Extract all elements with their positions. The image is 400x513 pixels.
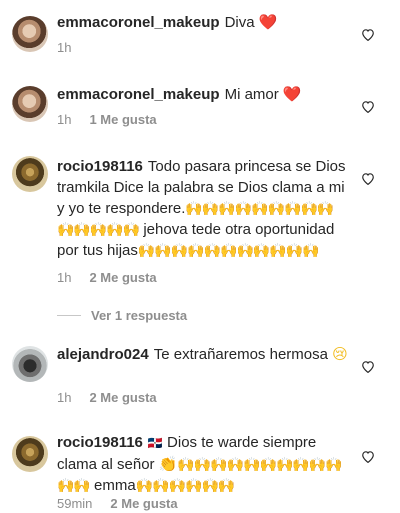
dominican-flag-emoji: 🇩🇴: [147, 436, 163, 450]
comment-meta: 1h 2 Me gusta: [57, 390, 157, 406]
clapping-emoji: 👏: [158, 456, 178, 473]
like-heart-icon[interactable]: [361, 172, 375, 185]
like-heart-icon[interactable]: [361, 360, 375, 373]
raising-hands-emoji: 🙌🙌🙌🙌🙌🙌: [135, 477, 236, 493]
crying-emoji: 😢: [332, 346, 348, 363]
comment-text: emma: [94, 477, 136, 494]
comment-text: Mi amor: [224, 86, 279, 103]
view-replies-label[interactable]: Ver 1 respuesta: [91, 308, 187, 323]
avatar[interactable]: [12, 16, 48, 52]
comment-likes[interactable]: 2 Me gusta: [89, 270, 156, 285]
comment-meta: 59min 2 Me gusta: [57, 496, 178, 512]
comment-username[interactable]: emmacoronel_makeup: [57, 86, 220, 103]
comment-time: 1h: [57, 390, 72, 405]
comment-username[interactable]: emmacoronel_makeup: [57, 14, 220, 31]
comment-likes[interactable]: 1 Me gusta: [89, 112, 156, 127]
comment-item: emmacoronel_makeup Diva ❤️ 1h: [0, 0, 400, 70]
avatar-image: [12, 436, 48, 472]
heart-emoji: ❤️: [258, 14, 278, 31]
comment-item: alejandro024 Te extrañaremos hermosa 😢 1h…: [0, 332, 400, 422]
comment-likes[interactable]: 2 Me gusta: [110, 496, 177, 511]
comment-text: Te extrañaremos hermosa: [153, 346, 328, 363]
avatar[interactable]: [12, 346, 48, 382]
comment-meta: 1h: [57, 40, 89, 56]
comment-body: alejandro024 Te extrañaremos hermosa 😢: [57, 344, 349, 365]
comment-time: 59min: [57, 496, 93, 511]
comment-likes[interactable]: 2 Me gusta: [89, 390, 156, 405]
like-heart-icon[interactable]: [361, 450, 375, 463]
comment-text: Diva: [224, 14, 255, 31]
comment-body: rocio198116 🇩🇴 Dios te warde siempre clam…: [57, 432, 349, 496]
raising-hands-emoji: 🙌🙌🙌🙌🙌🙌🙌🙌🙌🙌🙌: [137, 242, 320, 258]
comment-username[interactable]: rocio198116: [57, 434, 143, 451]
comment-time: 1h: [57, 270, 72, 285]
avatar-image: [12, 86, 48, 122]
like-heart-icon[interactable]: [361, 100, 375, 113]
comment-time: 1h: [57, 40, 72, 55]
avatar-image: [12, 346, 48, 382]
comment-body: emmacoronel_makeup Diva ❤️: [57, 12, 349, 33]
comment-meta: 1h 1 Me gusta: [57, 112, 157, 128]
comment-meta: 1h 2 Me gusta: [57, 270, 157, 286]
comment-body: emmacoronel_makeup Mi amor ❤️: [57, 84, 349, 105]
comment-username[interactable]: rocio198116: [57, 158, 143, 175]
comment-item: rocio198116 Todo pasara princesa se Dios …: [0, 140, 400, 330]
heart-emoji: ❤️: [282, 86, 302, 103]
avatar-image: [12, 156, 48, 192]
avatar[interactable]: [12, 156, 48, 192]
avatar[interactable]: [12, 436, 48, 472]
comment-username[interactable]: alejandro024: [57, 346, 149, 363]
comment-time: 1h: [57, 112, 72, 127]
comment-item: rocio198116 🇩🇴 Dios te warde siempre clam…: [0, 422, 400, 513]
comment-body: rocio198116 Todo pasara princesa se Dios …: [57, 156, 349, 261]
avatar[interactable]: [12, 86, 48, 122]
comment-item: emmacoronel_makeup Mi amor ❤️ 1h 1 Me gust…: [0, 70, 400, 140]
avatar-image: [12, 16, 48, 52]
replies-divider: [57, 314, 81, 316]
like-heart-icon[interactable]: [361, 28, 375, 41]
view-replies[interactable]: Ver 1 respuesta: [57, 306, 187, 324]
